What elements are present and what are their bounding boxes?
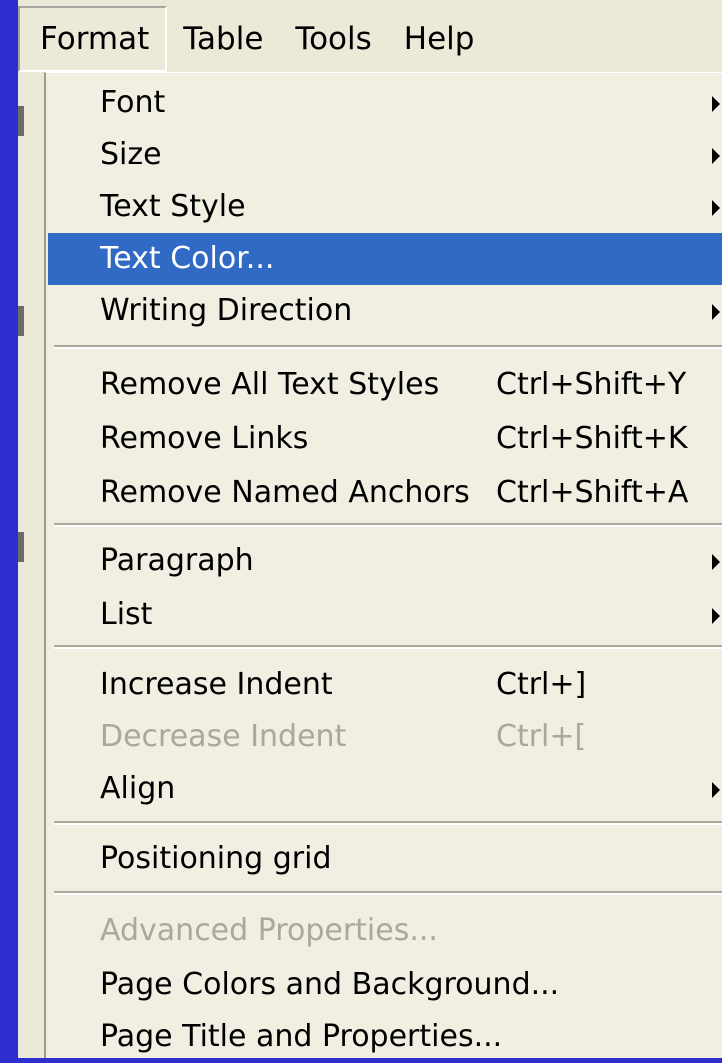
menu-separator (54, 523, 722, 527)
menu-item-text-color[interactable]: Text Color... (48, 233, 722, 285)
menu-item-label: Remove Links (100, 421, 309, 456)
menu-help[interactable]: Help (388, 6, 491, 72)
menu-item-list[interactable]: List (48, 589, 722, 641)
menu-item-label: Text Color... (100, 241, 275, 276)
menu-item-remove-all-text-styles[interactable]: Remove All Text Styles Ctrl+Shift+Y (48, 359, 722, 411)
menu-item-label: Writing Direction (100, 293, 353, 328)
menu-item-remove-named-anchors[interactable]: Remove Named Anchors Ctrl+Shift+A (48, 467, 722, 519)
chevron-right-icon (712, 148, 720, 164)
menu-separator (54, 345, 722, 349)
chevron-right-icon (712, 782, 720, 798)
menu-item-label: Increase Indent (100, 667, 333, 702)
menu-item-shortcut: Ctrl+[ (496, 719, 587, 754)
toolbar-fragment (18, 306, 24, 336)
menu-item-label: Page Colors and Background... (100, 967, 560, 1002)
chevron-right-icon (712, 304, 720, 320)
chevron-right-icon (712, 608, 720, 624)
menu-item-remove-links[interactable]: Remove Links Ctrl+Shift+K (48, 413, 722, 465)
menu-item-align[interactable]: Align (48, 763, 722, 815)
menu-separator (54, 821, 722, 825)
menu-item-advanced-properties: Advanced Properties... (48, 905, 722, 957)
chevron-right-icon (712, 96, 720, 112)
menu-item-writing-direction[interactable]: Writing Direction (48, 285, 722, 337)
menu-item-shortcut: Ctrl+Shift+Y (496, 367, 687, 402)
menu-table[interactable]: Table (167, 6, 279, 72)
editor-edge (18, 74, 28, 1058)
menu-item-decrease-indent: Decrease Indent Ctrl+[ (48, 711, 722, 763)
menu-item-label: Page Title and Properties... (100, 1019, 503, 1054)
menu-item-size[interactable]: Size (48, 129, 722, 181)
menu-item-label: Advanced Properties... (100, 913, 438, 948)
menu-item-label: Font (100, 85, 166, 120)
chevron-right-icon (712, 554, 720, 570)
menu-item-label: Remove Named Anchors (100, 475, 470, 510)
menu-item-increase-indent[interactable]: Increase Indent Ctrl+] (48, 659, 722, 711)
menubar: Format Table Tools Help (18, 6, 722, 72)
menu-item-label: List (100, 597, 153, 632)
menu-item-shortcut: Ctrl+Shift+K (496, 421, 688, 456)
menu-item-font[interactable]: Font (48, 77, 722, 129)
menu-tools[interactable]: Tools (279, 6, 387, 72)
menu-item-positioning-grid[interactable]: Positioning grid (48, 833, 722, 885)
menu-item-label: Decrease Indent (100, 719, 347, 754)
menu-item-shortcut: Ctrl+] (496, 667, 587, 702)
application-window: Format Table Tools Help Font Size Text S… (18, 0, 722, 1058)
menu-format[interactable]: Format (18, 6, 168, 72)
chevron-right-icon (712, 200, 720, 216)
menu-item-label: Positioning grid (100, 841, 332, 876)
menu-item-label: Text Style (100, 189, 246, 224)
format-dropdown-menu: Font Size Text Style Text Color... Writi… (44, 72, 722, 1058)
menu-separator (54, 645, 722, 649)
menu-item-paragraph[interactable]: Paragraph (48, 535, 722, 587)
menu-item-label: Paragraph (100, 543, 254, 578)
menu-item-label: Size (100, 137, 162, 172)
menu-item-text-style[interactable]: Text Style (48, 181, 722, 233)
menu-separator (54, 891, 722, 895)
menu-item-page-title-and-properties[interactable]: Page Title and Properties... (48, 1011, 722, 1063)
menu-item-page-colors-and-background[interactable]: Page Colors and Background... (48, 959, 722, 1011)
menu-item-shortcut: Ctrl+Shift+A (496, 475, 689, 510)
menu-item-label: Remove All Text Styles (100, 367, 440, 402)
toolbar-fragment (18, 106, 24, 136)
menu-item-label: Align (100, 771, 176, 806)
toolbar-fragment (18, 532, 24, 562)
